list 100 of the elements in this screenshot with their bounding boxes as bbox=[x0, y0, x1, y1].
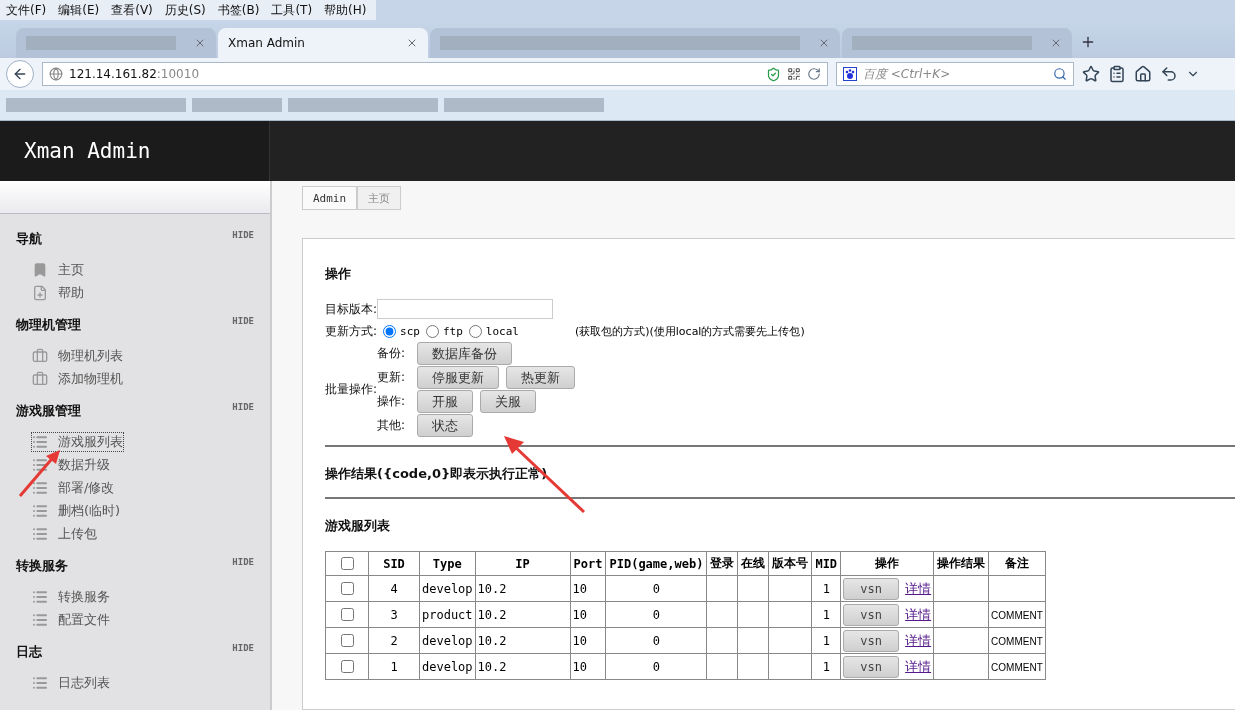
table-cell: COMMENT bbox=[991, 609, 1043, 621]
sidebar-item[interactable]: 配置文件 bbox=[32, 610, 110, 629]
close-icon[interactable] bbox=[406, 37, 418, 49]
sidebar-item[interactable]: 上传包 bbox=[32, 524, 97, 543]
menu-item[interactable]: 查看(V) bbox=[105, 1, 159, 19]
column-header: 操作 bbox=[875, 556, 900, 570]
close-icon[interactable] bbox=[194, 37, 206, 49]
table-cell: 1 bbox=[822, 659, 830, 674]
column-header: 操作结果 bbox=[937, 556, 986, 570]
shield-icon[interactable] bbox=[766, 66, 781, 82]
details-link[interactable]: 详情 bbox=[905, 632, 932, 648]
file-plus-icon bbox=[32, 284, 48, 301]
action-button[interactable]: 停服更新 bbox=[417, 366, 500, 389]
menu-item[interactable]: 文件(F) bbox=[0, 1, 53, 19]
group-label: 备份: bbox=[377, 345, 407, 362]
field-label: 更新方式: bbox=[325, 323, 378, 340]
new-tab-icon[interactable] bbox=[1080, 34, 1096, 50]
sidebar-item[interactable]: 部署/修改 bbox=[32, 478, 115, 497]
sidebar-item[interactable]: 主页 bbox=[32, 260, 84, 279]
sidebar-item[interactable]: 日志列表 bbox=[32, 673, 110, 692]
table-cell: 3 bbox=[390, 607, 398, 622]
section-heading: 游戏服列表 bbox=[325, 517, 391, 535]
details-link[interactable]: 详情 bbox=[905, 658, 932, 674]
sidebar-item[interactable]: 帮助 bbox=[32, 283, 84, 302]
method-note: (获取包的方式)(使用local的方式需要先上传包) bbox=[574, 324, 805, 339]
close-icon[interactable] bbox=[1050, 37, 1062, 49]
menu-item[interactable]: 帮助(H) bbox=[318, 1, 373, 19]
menu-item[interactable]: 历史(S) bbox=[158, 1, 212, 19]
browser-tab[interactable]: Xman Admin bbox=[218, 28, 428, 58]
table-cell: 10.2 bbox=[477, 659, 507, 674]
sidebar-item[interactable]: 游戏服列表 bbox=[32, 432, 123, 451]
search-icon[interactable] bbox=[1053, 67, 1067, 81]
table-cell: develop bbox=[422, 659, 473, 674]
column-header: Port bbox=[573, 556, 603, 571]
hide-link[interactable]: HIDE bbox=[232, 557, 254, 567]
radio-button[interactable] bbox=[468, 325, 482, 338]
row-checkbox[interactable] bbox=[341, 660, 354, 673]
action-button[interactable]: 热更新 bbox=[506, 366, 576, 389]
table-cell: COMMENT bbox=[991, 661, 1043, 673]
table-cell: product bbox=[422, 607, 473, 622]
table-cell: 0 bbox=[652, 633, 661, 648]
details-link[interactable]: 详情 bbox=[905, 606, 932, 622]
table-cell: 10 bbox=[572, 607, 588, 622]
vsn-button[interactable]: vsn bbox=[843, 577, 900, 600]
action-button[interactable]: 数据库备份 bbox=[417, 342, 513, 365]
vsn-button[interactable]: vsn bbox=[843, 629, 900, 652]
hide-link[interactable]: HIDE bbox=[232, 402, 254, 412]
sidebar-item[interactable]: 物理机列表 bbox=[32, 346, 123, 365]
section-title: 日志 bbox=[16, 643, 42, 661]
column-header: IP bbox=[515, 556, 530, 571]
row-checkbox[interactable] bbox=[341, 608, 354, 621]
close-icon[interactable] bbox=[818, 37, 830, 49]
tab-title: Xman Admin bbox=[228, 36, 305, 50]
paw-icon[interactable] bbox=[843, 67, 857, 81]
sidebar-item[interactable]: 转换服务 bbox=[32, 587, 110, 606]
table-cell: 2 bbox=[390, 633, 398, 648]
details-link[interactable]: 详情 bbox=[905, 580, 932, 596]
clipboard-icon[interactable] bbox=[1108, 65, 1126, 83]
table-cell: 1 bbox=[822, 581, 830, 596]
radio-button[interactable] bbox=[425, 325, 439, 338]
section-title: 游戏服管理 bbox=[16, 402, 81, 420]
action-button[interactable]: 关服 bbox=[480, 390, 537, 413]
breadcrumb-item[interactable]: Admin bbox=[302, 186, 358, 210]
sidebar-item[interactable]: 数据升级 bbox=[32, 455, 110, 474]
hide-link[interactable]: HIDE bbox=[232, 316, 254, 326]
search-placeholder: 百度 <Ctrl+K> bbox=[863, 65, 952, 83]
menu-item[interactable]: 工具(T) bbox=[265, 1, 319, 19]
field-label: 批量操作: bbox=[325, 382, 378, 396]
row-checkbox[interactable] bbox=[341, 582, 354, 595]
search-field[interactable]: 百度 <Ctrl+K> bbox=[836, 62, 1074, 86]
sidebar-item[interactable]: 删档(临时) bbox=[32, 501, 121, 520]
reload-icon[interactable] bbox=[807, 67, 821, 81]
list-icon bbox=[32, 479, 48, 496]
table-cell: COMMENT bbox=[991, 635, 1043, 647]
menu-item[interactable]: 书签(B) bbox=[211, 1, 266, 19]
version-input[interactable] bbox=[377, 299, 554, 319]
address-field[interactable]: 121.14.161.82:10010 bbox=[42, 62, 828, 86]
back-button[interactable] bbox=[6, 60, 34, 88]
undo-icon[interactable] bbox=[1160, 65, 1178, 83]
vsn-button[interactable]: vsn bbox=[843, 603, 900, 626]
radio-button[interactable] bbox=[383, 325, 397, 338]
hide-link[interactable]: HIDE bbox=[232, 643, 254, 653]
select-all-checkbox[interactable] bbox=[341, 557, 354, 570]
table-cell: develop bbox=[422, 633, 473, 648]
url-host: 121.14.161.82 bbox=[69, 67, 157, 81]
home-icon[interactable] bbox=[1134, 65, 1152, 83]
hide-link[interactable]: HIDE bbox=[232, 230, 254, 240]
qr-code-icon[interactable] bbox=[787, 67, 801, 81]
action-button[interactable]: 开服 bbox=[417, 390, 474, 413]
bookmark-star-icon[interactable] bbox=[1082, 65, 1100, 83]
column-header: SID bbox=[383, 556, 405, 571]
sidebar-item[interactable]: 添加物理机 bbox=[32, 369, 123, 388]
action-button[interactable]: 状态 bbox=[417, 414, 474, 437]
list-icon bbox=[32, 525, 48, 542]
list-icon bbox=[32, 588, 48, 605]
briefcase-icon bbox=[32, 347, 48, 364]
vsn-button[interactable]: vsn bbox=[843, 655, 900, 678]
menu-item[interactable]: 编辑(E) bbox=[52, 1, 106, 19]
row-checkbox[interactable] bbox=[341, 634, 354, 647]
table-cell: develop bbox=[422, 581, 473, 596]
